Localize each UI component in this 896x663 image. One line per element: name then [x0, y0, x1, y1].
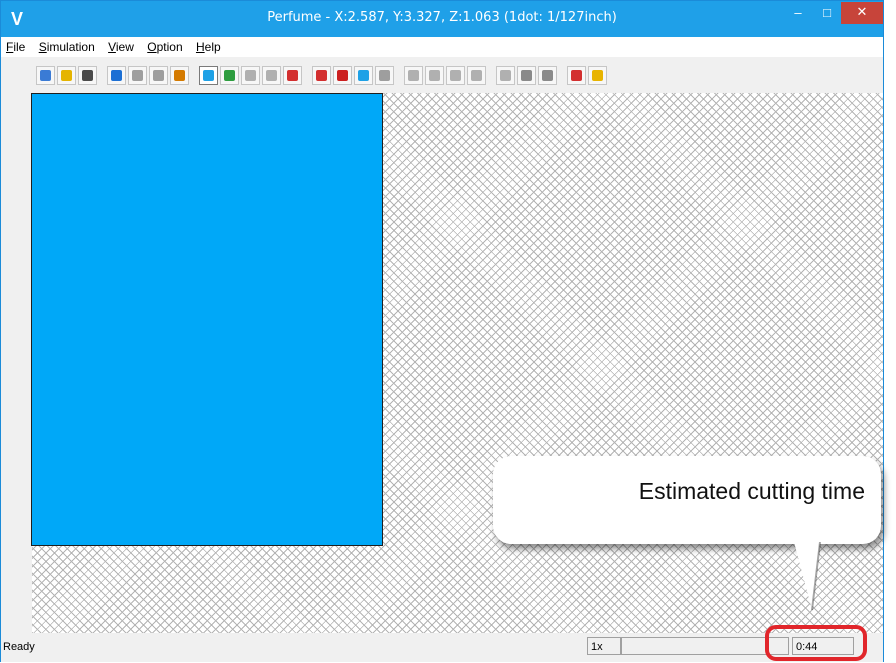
toolbar-separator: [559, 66, 565, 88]
path-curve-button[interactable]: [241, 66, 260, 85]
play-icon: [153, 70, 164, 81]
sparkle-button[interactable]: [588, 66, 607, 85]
menu-view[interactable]: View: [103, 37, 139, 54]
tool-icon-1: [408, 70, 419, 81]
new-file-icon: [40, 70, 51, 81]
menu-help[interactable]: Help: [191, 37, 226, 54]
toolbar-row: [36, 66, 607, 88]
light-1-button[interactable]: [496, 66, 515, 85]
new-file-button[interactable]: [36, 66, 55, 85]
save-icon: [82, 70, 93, 81]
view-3d-button[interactable]: [283, 66, 302, 85]
tool-icon-4: [471, 70, 482, 81]
cutting-time-highlight: [765, 625, 867, 661]
menu-option-rest: ption: [156, 40, 183, 54]
path-diagonal-button[interactable]: [262, 66, 281, 85]
workpiece-preview: [31, 93, 383, 546]
tool-icon-1-button[interactable]: [404, 66, 423, 85]
title-bar[interactable]: V Perfume - X:2.587, Y:3.327, Z:1.063 (1…: [1, 1, 883, 37]
light-2-icon: [521, 70, 532, 81]
view-iso-button[interactable]: [220, 66, 239, 85]
menu-view-rest: iew: [115, 40, 134, 54]
reset-button[interactable]: [107, 66, 126, 85]
view-top-icon: [203, 70, 214, 81]
toolbar-separator: [304, 66, 310, 88]
sphere-button[interactable]: [375, 66, 394, 85]
menu-file[interactable]: File: [1, 37, 30, 54]
menu-simulation-mnemonic: S: [38, 40, 47, 54]
color-fill-icon: [337, 70, 348, 81]
zoom-level-field: 1x: [587, 637, 621, 655]
tool-icon-4-button[interactable]: [467, 66, 486, 85]
callout-tail: [794, 542, 821, 611]
light-1-icon: [500, 70, 511, 81]
menu-file-rest: ile: [13, 40, 26, 54]
tool-icon-3: [450, 70, 461, 81]
menu-simulation-rest: imulation: [46, 40, 95, 54]
minimize-button[interactable]: –: [784, 2, 812, 24]
play-button[interactable]: [149, 66, 168, 85]
status-blank-field: [621, 637, 789, 655]
view-3d-icon: [287, 70, 298, 81]
menu-option[interactable]: Option: [142, 37, 187, 54]
status-bar: Ready 1x 0:44: [1, 634, 883, 662]
light-3-button[interactable]: [538, 66, 557, 85]
toolbar-separator: [99, 66, 105, 88]
stop-button[interactable]: [128, 66, 147, 85]
save-button[interactable]: [78, 66, 97, 85]
erase-button[interactable]: [567, 66, 586, 85]
color-fill-button[interactable]: [333, 66, 352, 85]
menu-option-mnemonic: O: [147, 40, 157, 54]
view-top-button[interactable]: [199, 66, 218, 85]
maximize-button[interactable]: □: [813, 2, 841, 24]
stopwatch-icon: [174, 70, 185, 81]
reset-icon: [111, 70, 122, 81]
sparkle-icon: [592, 70, 603, 81]
menu-view-mnemonic: V: [108, 40, 116, 54]
window-title: Perfume - X:2.587, Y:3.327, Z:1.063 (1do…: [267, 10, 617, 25]
callout-text: Estimated cutting time: [638, 478, 865, 504]
sphere-icon: [379, 70, 390, 81]
status-ready-text: Ready: [3, 641, 35, 653]
view-iso-icon: [224, 70, 235, 81]
open-folder-icon: [61, 70, 72, 81]
tool-icon-3-button[interactable]: [446, 66, 465, 85]
tool-icon-2: [429, 70, 440, 81]
move-arrow-icon: [316, 70, 327, 81]
tool-icon-2-button[interactable]: [425, 66, 444, 85]
toolbar-separator: [488, 66, 494, 88]
toolbar-separator: [191, 66, 197, 88]
light-3-icon: [542, 70, 553, 81]
open-folder-button[interactable]: [57, 66, 76, 85]
menu-help-rest: elp: [204, 40, 221, 54]
erase-icon: [571, 70, 582, 81]
callout-bubble: Estimated cutting time: [493, 456, 881, 544]
stopwatch-button[interactable]: [170, 66, 189, 85]
move-arrow-button[interactable]: [312, 66, 331, 85]
menu-help-mnemonic: H: [195, 40, 205, 54]
path-diagonal-icon: [266, 70, 277, 81]
frame-button[interactable]: [354, 66, 373, 85]
light-2-button[interactable]: [517, 66, 536, 85]
toolbar: [1, 57, 883, 93]
menu-simulation[interactable]: Simulation: [34, 37, 100, 54]
menu-bar: File Simulation View Option Help: [1, 37, 883, 57]
stop-icon: [132, 70, 143, 81]
close-button[interactable]: ✕: [841, 2, 883, 24]
toolbar-separator: [396, 66, 402, 88]
frame-icon: [358, 70, 369, 81]
path-curve-icon: [245, 70, 256, 81]
